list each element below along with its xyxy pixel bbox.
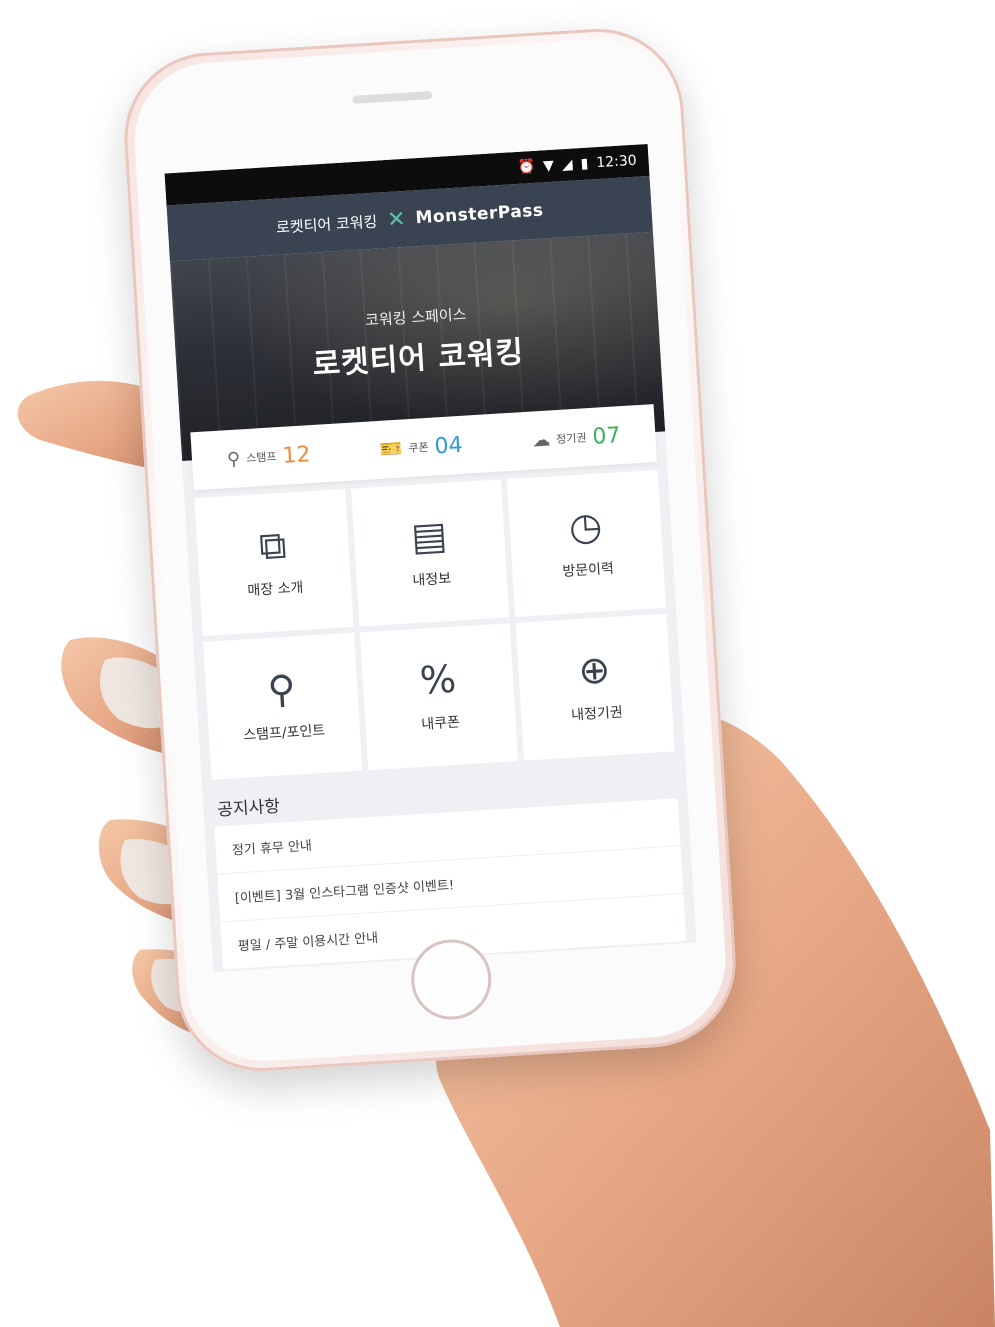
menu-visit-history[interactable]: ◷ 방문이력 [507,469,666,617]
stat-stamp-label: 스탬프 [245,450,277,466]
menu-stamp-point-label: 스탬프/포인트 [242,722,326,744]
partner-name: 로켓티어 코워킹 [275,212,378,237]
wifi-icon: ▼ [542,157,555,175]
status-time: 12:30 [595,152,638,172]
menu-store-intro-label: 매장 소개 [247,579,304,600]
stat-pass-value: 07 [591,422,622,450]
stat-pass-label: 정기권 [555,431,587,447]
menu-my-info-label: 내정보 [412,570,452,590]
menu-my-info[interactable]: ▤ 내정보 [350,479,510,627]
stat-coupon[interactable]: 🎫 쿠폰 04 [379,432,463,462]
alarm-icon: ⏰ [517,158,536,176]
menu-grid: ⧉ 매장 소개 ▤ 내정보 ◷ 방문이력 ⚲ 스탬프/포인트 % 내쿠폰 ⊕ 내… [194,469,675,780]
phone: ⏰ ▼ ◢ ▮ 12:30 로켓티어 코워킹 ✕ MonsterPass 코워킹… [119,23,741,1077]
menu-stamp-point[interactable]: ⚲ 스탬프/포인트 [203,632,362,780]
id-card-icon: ▤ [409,512,449,560]
stamp-icon: ⚲ [226,447,241,470]
stat-pass[interactable]: ☁ 정기권 07 [531,422,622,453]
menu-visit-history-label: 방문이력 [561,560,615,580]
battery-icon: ▮ [580,155,589,173]
stat-stamp[interactable]: ⚲ 스탬프 12 [226,442,311,472]
ticket-plus-icon: ⊕ [577,647,612,694]
stamp-check-icon: ⚲ [266,666,297,713]
menu-my-coupon[interactable]: % 내쿠폰 [359,623,519,771]
menu-my-pass[interactable]: ⊕ 내정기권 [515,613,675,761]
coupon-percent-icon: % [418,656,458,703]
stat-coupon-value: 04 [433,432,464,460]
history-clock-icon: ◷ [567,503,604,550]
coupon-icon: 🎫 [379,438,404,461]
brand-logo: MonsterPass [414,200,545,229]
signal-icon: ◢ [561,156,574,174]
menu-my-coupon-label: 내쿠폰 [420,714,461,733]
app-screen: ⏰ ▼ ◢ ▮ 12:30 로켓티어 코워킹 ✕ MonsterPass 코워킹… [164,143,697,973]
pass-icon: ☁ [531,428,551,452]
stat-stamp-value: 12 [281,441,312,469]
puzzle-icon: ⧉ [257,522,288,569]
menu-store-intro[interactable]: ⧉ 매장 소개 [194,489,354,637]
stat-coupon-label: 쿠폰 [408,440,430,456]
menu-my-pass-label: 내정기권 [570,704,624,724]
collab-separator: ✕ [386,206,407,233]
